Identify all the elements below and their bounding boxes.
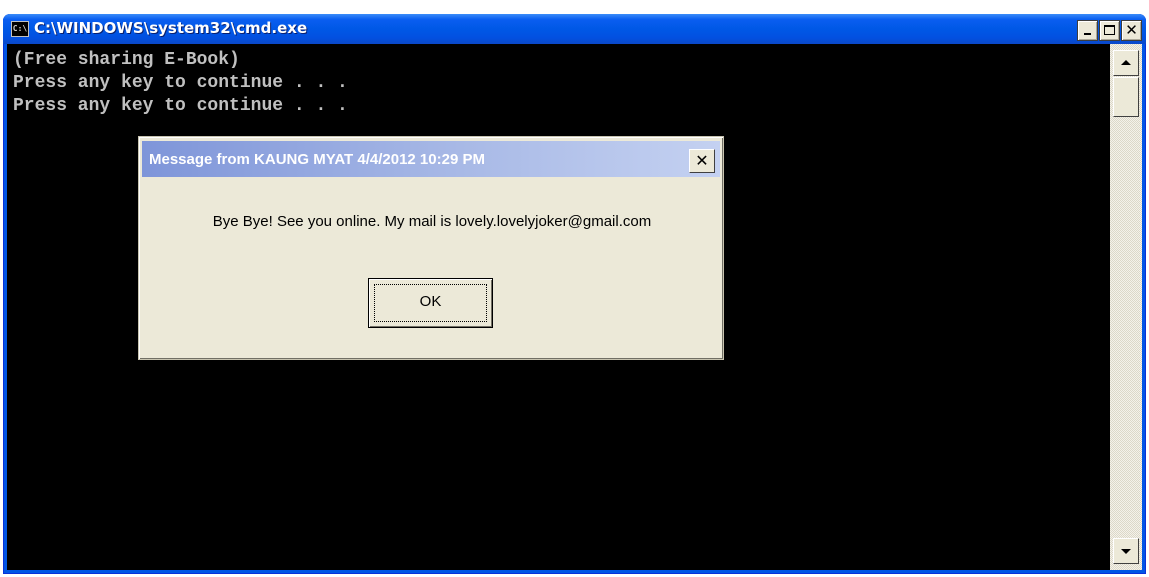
console-line: (Free sharing E-Book) xyxy=(13,50,240,70)
window-title: C:\WINDOWS\system32\cmd.exe xyxy=(34,19,308,37)
title-bar[interactable]: C:\ C:\WINDOWS\system32\cmd.exe ✕ xyxy=(3,14,1146,44)
dialog-title-bar[interactable]: Message from KAUNG MYAT 4/4/2012 10:29 P… xyxy=(142,141,720,177)
close-icon: ✕ xyxy=(1125,21,1138,39)
vertical-scrollbar[interactable] xyxy=(1110,44,1142,570)
minimize-button[interactable] xyxy=(1077,20,1098,41)
scroll-up-icon xyxy=(1121,60,1131,65)
console-line: Press any key to continue . . . xyxy=(13,96,348,116)
close-icon: ✕ xyxy=(695,151,709,170)
scroll-down-button[interactable] xyxy=(1113,538,1139,564)
scroll-down-icon xyxy=(1121,549,1131,554)
ok-button[interactable]: OK xyxy=(368,278,493,328)
console-output: (Free sharing E-Book) Press any key to c… xyxy=(13,49,348,118)
dialog-title: Message from KAUNG MYAT 4/4/2012 10:29 P… xyxy=(149,151,485,168)
ok-button-label: OK xyxy=(419,293,442,310)
dialog-message: Bye Bye! See you online. My mail is love… xyxy=(212,213,652,230)
cmd-icon[interactable]: C:\ xyxy=(11,21,29,37)
scroll-thumb[interactable] xyxy=(1113,77,1139,117)
maximize-icon xyxy=(1104,25,1115,35)
scroll-up-button[interactable] xyxy=(1113,50,1139,76)
dialog-close-button[interactable]: ✕ xyxy=(689,149,715,173)
maximize-button[interactable] xyxy=(1099,20,1120,41)
minimize-icon xyxy=(1084,33,1091,35)
close-button[interactable]: ✕ xyxy=(1121,20,1142,41)
console-line: Press any key to continue . . . xyxy=(13,73,348,93)
message-dialog: Message from KAUNG MYAT 4/4/2012 10:29 P… xyxy=(138,136,724,360)
